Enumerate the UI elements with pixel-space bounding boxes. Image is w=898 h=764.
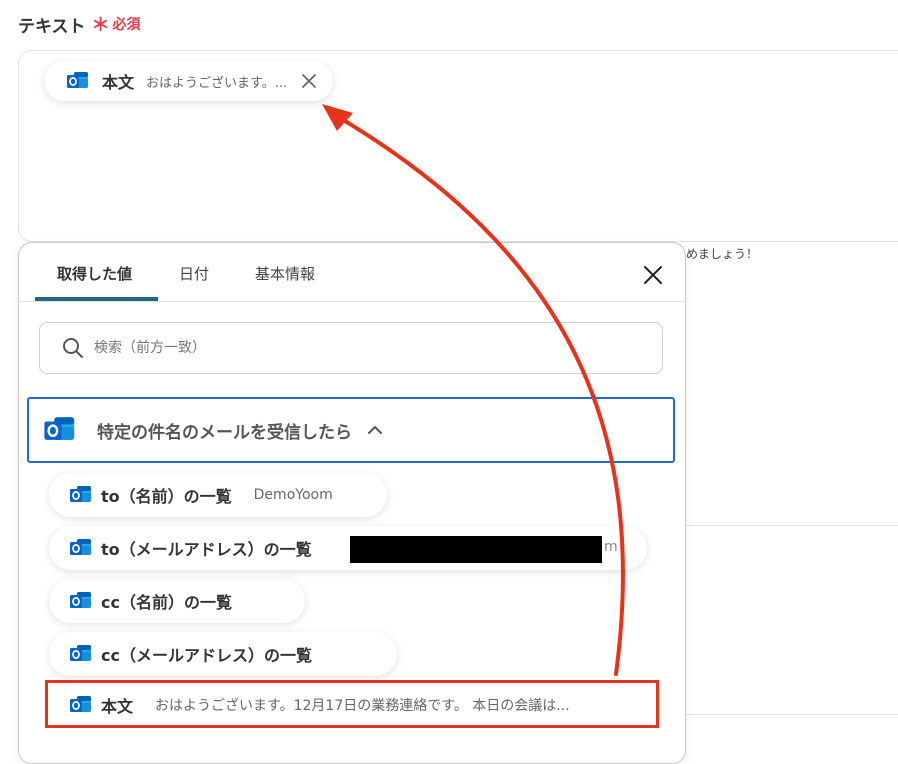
section-title: 特定の件名のメールを受信したら bbox=[97, 422, 352, 443]
active-tab-indicator bbox=[35, 297, 158, 301]
tab-bar: 取得した値 日付 基本情報 bbox=[19, 243, 685, 302]
trigger-section-header[interactable]: 特定の件名のメールを受信したら bbox=[27, 397, 675, 463]
item-name: 本文 bbox=[101, 697, 134, 716]
outlook-icon bbox=[69, 589, 93, 613]
item-name: to（名前）の一覧 bbox=[101, 487, 232, 506]
list-item-to-name[interactable]: to（名前）の一覧 DemoYoom bbox=[49, 473, 387, 517]
search-icon bbox=[63, 338, 83, 358]
outlook-icon bbox=[69, 693, 93, 717]
background-hint-text: めましょう！ bbox=[686, 247, 759, 261]
redacted-value bbox=[350, 536, 602, 563]
outlook-icon bbox=[66, 69, 90, 93]
item-value: DemoYoom bbox=[253, 487, 333, 503]
required-text: 必須 bbox=[112, 17, 141, 33]
list-item-body[interactable]: 本文 おはようございます。12月17日の業務連絡です。 本日の会議は... bbox=[49, 683, 649, 727]
required-mark: ＊ bbox=[91, 15, 110, 36]
list-item-cc-name[interactable]: cc（名前）の一覧 bbox=[49, 579, 305, 623]
list-item-cc-address[interactable]: cc（メールアドレス）の一覧 bbox=[49, 632, 397, 676]
chevron-up-icon[interactable] bbox=[366, 421, 384, 439]
item-name: cc（名前）の一覧 bbox=[101, 593, 232, 612]
field-label-text: テキスト bbox=[18, 16, 86, 37]
chip-name: 本文 bbox=[102, 73, 135, 92]
outlook-icon bbox=[43, 413, 77, 447]
outlook-icon bbox=[69, 536, 93, 560]
popup-close-icon[interactable] bbox=[641, 263, 665, 287]
item-value-tail: m bbox=[604, 539, 618, 555]
tab-acquired-values[interactable]: 取得した値 bbox=[57, 263, 132, 284]
item-value: おはようございます。12月17日の業務連絡です。 本日の会議は... bbox=[155, 698, 570, 714]
divider bbox=[686, 714, 898, 715]
divider bbox=[686, 525, 898, 526]
value-picker-popup: 取得した値 日付 基本情報 特定の件名のメールを受信したら to（名前）の一覧 … bbox=[18, 242, 686, 764]
field-label: テキスト ＊ 必須 bbox=[18, 11, 141, 37]
outlook-icon bbox=[69, 642, 93, 666]
tab-basic-info[interactable]: 基本情報 bbox=[255, 263, 315, 284]
outlook-icon bbox=[69, 483, 93, 507]
chip-value: おはようございます。... bbox=[146, 75, 288, 91]
chip-close-icon[interactable] bbox=[299, 71, 319, 91]
tab-date[interactable]: 日付 bbox=[179, 263, 209, 284]
search-field[interactable] bbox=[39, 322, 663, 374]
search-input[interactable] bbox=[92, 339, 616, 357]
inserted-value-chip[interactable]: 本文 おはようございます。... bbox=[44, 61, 334, 101]
item-name: cc（メールアドレス）の一覧 bbox=[101, 646, 312, 665]
item-name: to（メールアドレス）の一覧 bbox=[101, 540, 312, 559]
